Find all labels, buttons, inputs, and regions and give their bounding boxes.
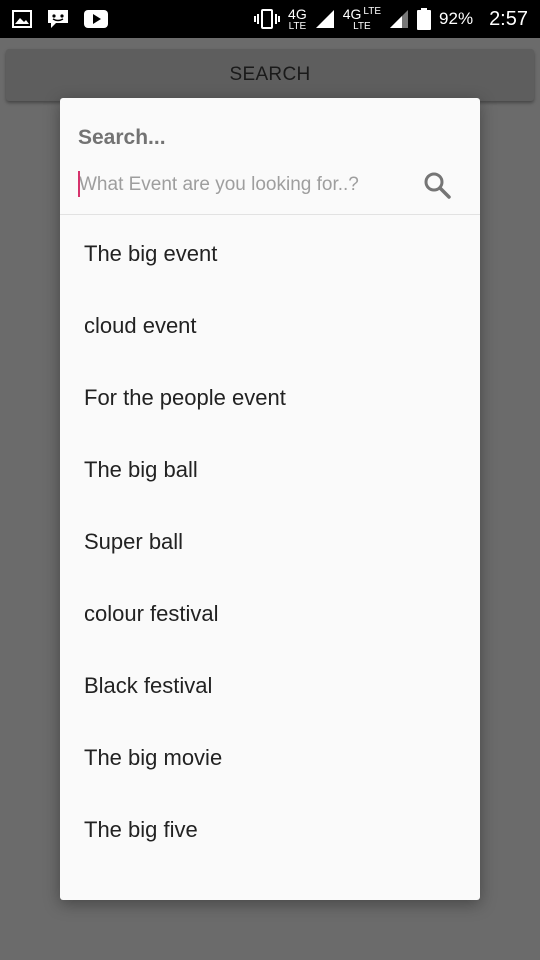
youtube-icon — [84, 10, 108, 28]
vibrate-icon — [254, 9, 281, 29]
network-type-2: 4G LTE LTE — [342, 5, 382, 32]
text-cursor — [78, 171, 80, 197]
clock: 2:57 — [489, 7, 528, 30]
dialog-title: Search... — [78, 126, 166, 149]
divider — [60, 214, 480, 215]
list-item[interactable]: cloud event — [60, 290, 480, 362]
list-item[interactable]: Black festival — [60, 650, 480, 722]
list-item[interactable]: The big ball — [60, 434, 480, 506]
network-type-1-label: 4G — [288, 5, 307, 22]
list-item[interactable]: For the people event — [60, 362, 480, 434]
list-item[interactable]: The big movie — [60, 722, 480, 794]
signal-icon — [315, 10, 334, 28]
image-icon — [12, 10, 32, 28]
search-dialog: Search... The big event cloud event For … — [60, 98, 480, 900]
signal-icon — [390, 10, 409, 28]
network-type-1-sublabel: LTE — [288, 20, 307, 32]
messenger-icon — [48, 10, 68, 28]
battery-icon — [417, 8, 432, 30]
network-type-2-sublabel: LTE — [353, 20, 371, 32]
status-bar: 4G LTE 4G LTE LTE 92% 2:57 — [0, 0, 540, 38]
battery-percent: 92% — [439, 9, 474, 28]
search-input[interactable] — [78, 168, 409, 202]
list-item[interactable]: colour festival — [60, 578, 480, 650]
network-type-1: 4G LTE — [288, 7, 307, 32]
search-button[interactable]: SEARCH — [6, 49, 534, 101]
search-input-row — [78, 168, 462, 204]
status-left-icons — [12, 8, 108, 30]
list-item[interactable]: The big five — [60, 794, 480, 866]
list-item[interactable]: The big event — [60, 218, 480, 290]
status-right-icons: 4G LTE 4G LTE LTE 92% 2:57 — [254, 5, 528, 32]
list-item[interactable]: Super ball — [60, 506, 480, 578]
network-type-2-label: 4G LTE — [342, 5, 382, 22]
event-list: The big event cloud event For the people… — [60, 218, 480, 900]
search-icon[interactable] — [422, 170, 452, 200]
